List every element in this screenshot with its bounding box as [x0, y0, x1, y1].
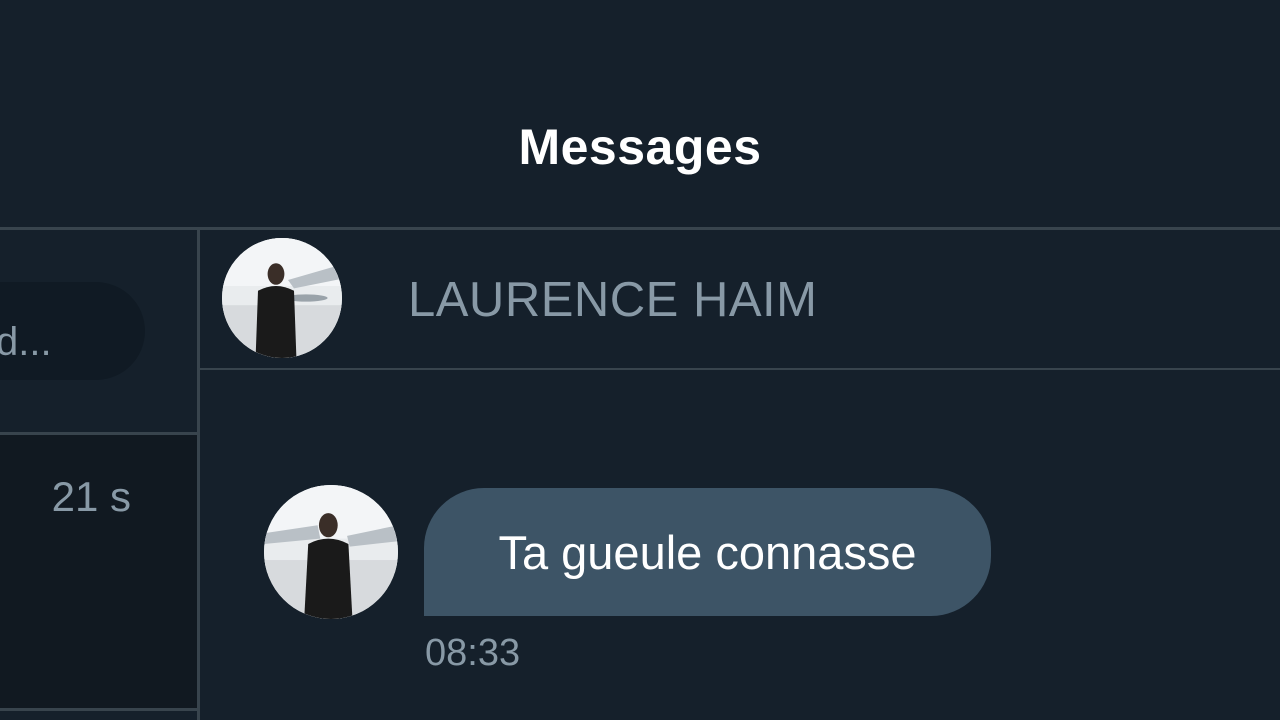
search-placeholder: d...: [0, 320, 52, 364]
list-item[interactable]: 21 s: [0, 435, 197, 708]
message-text: Ta gueule connasse: [498, 525, 917, 579]
contact-name: LAURENCE HAIM: [408, 273, 818, 327]
avatar[interactable]: [264, 485, 398, 619]
message-bubble[interactable]: Ta gueule connasse: [424, 488, 991, 616]
page-title: Messages: [518, 119, 762, 175]
conversation-header[interactable]: LAURENCE HAIM: [200, 230, 1280, 368]
message-timestamp: 08:33: [425, 632, 521, 674]
messages-app: Messages d... 21 s LAURENCE HAIM Ta gueu…: [0, 0, 1280, 720]
search-area: d...: [0, 230, 197, 432]
header: Messages: [0, 0, 1280, 228]
profile-photo-icon: [222, 238, 342, 358]
message-thread: Ta gueule connasse 08:33: [200, 370, 1280, 720]
profile-photo-icon: [264, 485, 398, 619]
conversation-time: 21 s: [51, 473, 131, 520]
avatar[interactable]: [222, 238, 342, 358]
list-divider: [0, 708, 197, 711]
conversation-list: d... 21 s: [0, 230, 197, 720]
